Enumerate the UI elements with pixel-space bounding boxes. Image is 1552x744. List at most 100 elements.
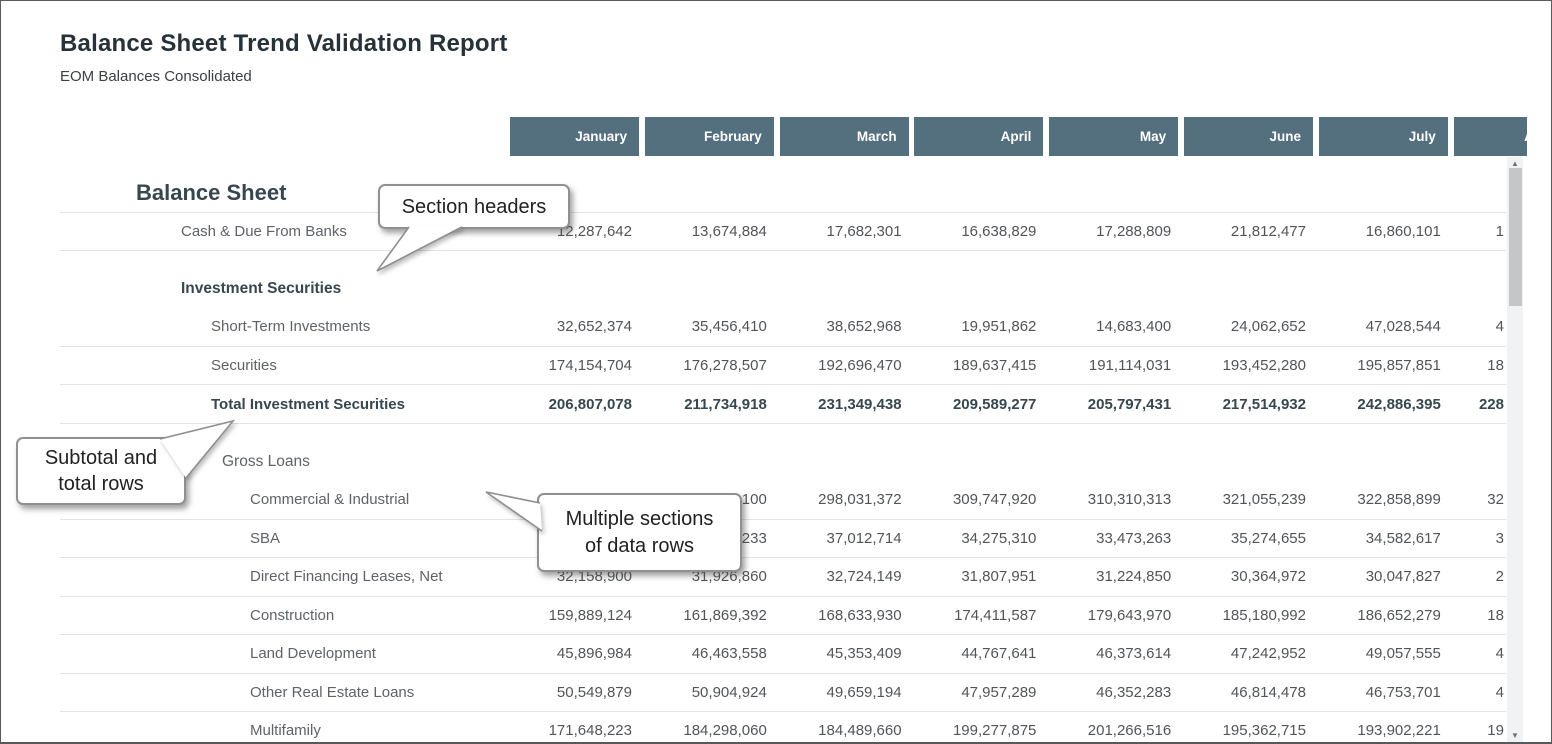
cell-may: 31,224,850 <box>1049 558 1178 596</box>
cell-january: 32,652,374 <box>510 308 639 346</box>
cell-june: 185,180,992 <box>1184 597 1313 635</box>
table-row-land-development: Land Development45,896,98446,463,55845,3… <box>60 635 1506 674</box>
callout-text-line: of data rows <box>539 533 740 560</box>
callout-text-line: Multiple sections <box>539 506 740 533</box>
cell-july: 47,028,544 <box>1319 308 1448 346</box>
cell-july: 34,582,617 <box>1319 520 1448 558</box>
table-row-construction: Construction159,889,124161,869,392168,63… <box>60 597 1506 636</box>
table-row-securities: Securities174,154,704176,278,507192,696,… <box>60 347 1506 386</box>
column-header-june: June <box>1184 117 1313 156</box>
cell-june: 193,452,280 <box>1184 347 1313 385</box>
report-content-area: Balance Sheet Trend Validation Report EO… <box>0 0 1527 744</box>
table-row-multifamily: Multifamily 171,648,223184,298,060184,489… <box>60 712 1506 744</box>
cell-august: 2 <box>1454 558 1506 596</box>
column-header-july: July <box>1319 117 1448 156</box>
column-header-february: February <box>645 117 774 156</box>
row-label: Multifamily <box>250 712 321 744</box>
row-label: Direct Financing Leases, Net <box>250 558 443 596</box>
table-row-commercial-industrial: Commercial & Industrial100298,031,372309… <box>60 481 1506 520</box>
cell-august: 4 <box>1454 308 1506 346</box>
cell-march: 184,489,660 <box>780 712 909 744</box>
cell-may: 201,266,516 <box>1049 712 1178 744</box>
cell-march: 192,696,470 <box>780 347 909 385</box>
cell-february: 46,463,558 <box>645 635 774 673</box>
cell-february: 184,298,060 <box>645 712 774 744</box>
column-header-august: August <box>1454 117 1527 156</box>
page-subtitle: EOM Balances Consolidated <box>60 68 252 85</box>
column-header-may: May <box>1049 117 1178 156</box>
cell-may: 17,288,809 <box>1049 213 1178 250</box>
cell-june: 24,062,652 <box>1184 308 1313 346</box>
callout-section-headers: Section headers <box>378 184 570 229</box>
cell-april: 309,747,920 <box>914 481 1043 519</box>
cell-july: 242,886,395 <box>1319 385 1448 423</box>
table-row-sba: SBA23337,012,71434,275,31033,473,26335,2… <box>60 520 1506 559</box>
cell-march: 38,652,968 <box>780 308 909 346</box>
cell-march: 49,659,194 <box>780 674 909 712</box>
table-row-gross-loans: Gross Loans <box>60 424 1506 481</box>
cell-may: 179,643,970 <box>1049 597 1178 635</box>
cell-july: 186,652,279 <box>1319 597 1448 635</box>
vertical-scrollbar[interactable]: ▲ ▼ <box>1507 157 1523 743</box>
cell-july: 46,753,701 <box>1319 674 1448 712</box>
row-label: Land Development <box>250 635 376 673</box>
cell-may: 310,310,313 <box>1049 481 1178 519</box>
cell-february: 211,734,918 <box>645 385 774 423</box>
cell-august: 228 <box>1454 385 1506 423</box>
cell-april: 209,589,277 <box>914 385 1043 423</box>
cell-january: 174,154,704 <box>510 347 639 385</box>
cell-august: 4 <box>1454 635 1506 673</box>
cell-august: 3 <box>1454 520 1506 558</box>
cell-june: 321,055,239 <box>1184 481 1313 519</box>
cell-january: 171,648,223 <box>510 712 639 744</box>
cell-march: 298,031,372 <box>780 481 909 519</box>
row-label: Construction <box>250 597 334 635</box>
cell-may: 191,114,031 <box>1049 347 1178 385</box>
cell-july: 195,857,851 <box>1319 347 1448 385</box>
callout-text-line: Subtotal and <box>18 445 184 471</box>
row-label: Balance Sheet <box>136 168 286 212</box>
cell-may: 205,797,431 <box>1049 385 1178 423</box>
cell-march: 32,724,149 <box>780 558 909 596</box>
row-label: Short-Term Investments <box>211 308 370 346</box>
cell-august: 19 <box>1454 712 1506 744</box>
cell-july: 30,047,827 <box>1319 558 1448 596</box>
cell-march: 37,012,714 <box>780 520 909 558</box>
row-label: Cash & Due From Banks <box>181 213 347 250</box>
cell-january: 45,896,984 <box>510 635 639 673</box>
row-label: Gross Loans <box>222 424 310 481</box>
table-row-cash-due-from-banks: Cash & Due From Banks12,287,64213,674,88… <box>60 213 1506 251</box>
cell-july: 16,860,101 <box>1319 213 1448 250</box>
cell-april: 31,807,951 <box>914 558 1043 596</box>
row-label: SBA <box>250 520 280 558</box>
column-header-january: January <box>510 117 639 156</box>
scroll-down-arrow-icon[interactable]: ▼ <box>1507 730 1523 741</box>
cell-february: 35,456,410 <box>645 308 774 346</box>
cell-february: 161,869,392 <box>645 597 774 635</box>
cell-june: 46,814,478 <box>1184 674 1313 712</box>
cell-april: 189,637,415 <box>914 347 1043 385</box>
cell-june: 35,274,655 <box>1184 520 1313 558</box>
cell-june: 47,242,952 <box>1184 635 1313 673</box>
cell-april: 174,411,587 <box>914 597 1043 635</box>
cell-june: 195,362,715 <box>1184 712 1313 744</box>
cell-january: 206,807,078 <box>510 385 639 423</box>
cell-july: 49,057,555 <box>1319 635 1448 673</box>
row-label: Other Real Estate Loans <box>250 674 414 712</box>
cell-march: 168,633,930 <box>780 597 909 635</box>
cell-february: 176,278,507 <box>645 347 774 385</box>
cell-august: 1 <box>1454 213 1506 250</box>
row-label: Total Investment Securities <box>211 385 405 423</box>
cell-april: 34,275,310 <box>914 520 1043 558</box>
column-header-april: April <box>914 117 1043 156</box>
cell-may: 33,473,263 <box>1049 520 1178 558</box>
cell-april: 16,638,829 <box>914 213 1043 250</box>
row-label: Investment Securities <box>181 251 341 308</box>
table-row-other-real-estate-loans: Other Real Estate Loans50,549,87950,904,… <box>60 674 1506 713</box>
scrollbar-thumb[interactable] <box>1509 168 1522 306</box>
cell-july: 193,902,221 <box>1319 712 1448 744</box>
cell-may: 46,352,283 <box>1049 674 1178 712</box>
callout-text-line: total rows <box>18 471 184 497</box>
cell-july: 322,858,899 <box>1319 481 1448 519</box>
page-title: Balance Sheet Trend Validation Report <box>60 30 508 58</box>
